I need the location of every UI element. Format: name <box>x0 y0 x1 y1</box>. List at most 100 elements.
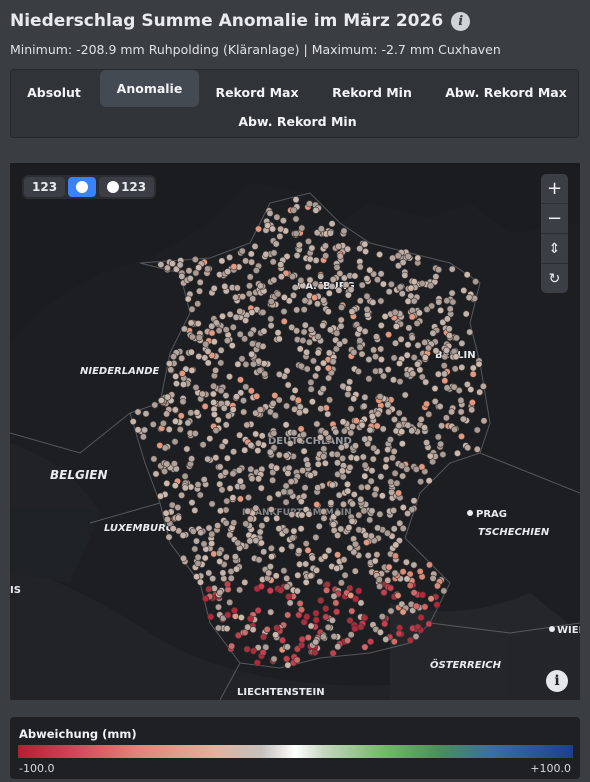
station-dot[interactable] <box>301 321 309 329</box>
station-dot[interactable] <box>247 441 255 449</box>
station-dot[interactable] <box>197 578 205 586</box>
station-dot[interactable] <box>250 360 258 368</box>
map-canvas[interactable]: HAMBURG BERLIN NIEDERLANDE BELGIEN LUXEM… <box>10 163 580 700</box>
station-dot[interactable] <box>194 481 202 489</box>
station-dot[interactable] <box>197 529 205 537</box>
station-dot[interactable] <box>432 347 440 355</box>
station-dot[interactable] <box>222 421 230 429</box>
station-dot[interactable] <box>170 353 178 361</box>
station-dot[interactable] <box>404 341 412 349</box>
station-dot[interactable] <box>256 406 264 414</box>
station-dot[interactable] <box>453 449 461 457</box>
station-dot[interactable] <box>431 385 439 393</box>
station-dot[interactable] <box>340 227 348 235</box>
station-dot[interactable] <box>332 599 340 607</box>
station-dot[interactable] <box>305 510 313 518</box>
station-dot[interactable] <box>317 405 325 413</box>
station-dot[interactable] <box>335 286 343 294</box>
station-dot[interactable] <box>469 364 477 372</box>
dots-and-values-button[interactable]: 123 <box>99 177 155 197</box>
station-dot[interactable] <box>338 467 346 475</box>
station-dot[interactable] <box>247 465 255 473</box>
station-dot[interactable] <box>223 497 231 505</box>
station-dot[interactable] <box>298 511 306 519</box>
station-dot[interactable] <box>469 370 477 378</box>
station-dot[interactable] <box>188 305 196 313</box>
station-dot[interactable] <box>409 370 417 378</box>
station-dot[interactable] <box>376 510 384 518</box>
station-dot[interactable] <box>351 272 359 280</box>
station-dot[interactable] <box>321 552 329 560</box>
station-dot[interactable] <box>473 445 481 453</box>
station-dot[interactable] <box>440 362 448 370</box>
station-dot[interactable] <box>196 287 204 295</box>
station-dot[interactable] <box>272 240 280 248</box>
station-dot[interactable] <box>421 603 429 611</box>
station-dot[interactable] <box>177 412 185 420</box>
station-dot[interactable] <box>460 287 468 295</box>
station-dot[interactable] <box>367 532 375 540</box>
station-dot[interactable] <box>163 479 171 487</box>
station-dot[interactable] <box>191 429 199 437</box>
station-dot[interactable] <box>348 607 356 615</box>
station-dot[interactable] <box>320 453 328 461</box>
station-dot[interactable] <box>159 419 167 427</box>
station-dot[interactable] <box>280 567 288 575</box>
station-dot[interactable] <box>222 326 230 334</box>
station-dot[interactable] <box>319 633 327 641</box>
station-dot[interactable] <box>237 376 245 384</box>
station-dot[interactable] <box>222 392 230 400</box>
station-dot[interactable] <box>273 514 281 522</box>
station-dot[interactable] <box>212 366 220 374</box>
station-dot[interactable] <box>359 453 367 461</box>
station-dot[interactable] <box>348 308 356 316</box>
station-dot[interactable] <box>323 580 331 588</box>
station-dot[interactable] <box>326 396 334 404</box>
station-dot[interactable] <box>296 560 304 568</box>
station-dot[interactable] <box>437 306 445 314</box>
station-dot[interactable] <box>339 500 347 508</box>
station-dot[interactable] <box>247 330 255 338</box>
station-dot[interactable] <box>274 490 282 498</box>
station-dot[interactable] <box>193 409 201 417</box>
station-dot[interactable] <box>176 425 184 433</box>
station-dot[interactable] <box>337 443 345 451</box>
station-dot[interactable] <box>415 309 423 317</box>
station-dot[interactable] <box>195 334 203 342</box>
station-dot[interactable] <box>288 273 296 281</box>
station-dot[interactable] <box>312 638 320 646</box>
station-dot[interactable] <box>334 509 342 517</box>
station-dot[interactable] <box>365 375 373 383</box>
station-dot[interactable] <box>369 455 377 463</box>
station-dot[interactable] <box>388 454 396 462</box>
station-dot[interactable] <box>324 410 332 418</box>
station-dot[interactable] <box>277 273 285 281</box>
station-dot[interactable] <box>274 290 282 298</box>
station-dot[interactable] <box>410 278 418 286</box>
station-dot[interactable] <box>404 509 412 517</box>
station-dot[interactable] <box>233 393 241 401</box>
station-dot[interactable] <box>275 335 283 343</box>
station-dot[interactable] <box>200 476 208 484</box>
station-dot[interactable] <box>180 380 188 388</box>
station-dot[interactable] <box>391 552 399 560</box>
station-dot[interactable] <box>390 447 398 455</box>
station-dot[interactable] <box>293 306 301 314</box>
station-dot[interactable] <box>214 522 222 530</box>
station-dot[interactable] <box>246 537 254 545</box>
station-dot[interactable] <box>287 478 295 486</box>
station-dot[interactable] <box>363 538 371 546</box>
station-dot[interactable] <box>306 471 314 479</box>
station-dot[interactable] <box>290 206 298 214</box>
station-dot[interactable] <box>228 642 236 650</box>
station-dot[interactable] <box>408 313 416 321</box>
station-dot[interactable] <box>302 578 310 586</box>
station-dot[interactable] <box>329 358 337 366</box>
station-dot[interactable] <box>403 575 411 583</box>
station-dot[interactable] <box>285 593 293 601</box>
station-dot[interactable] <box>312 533 320 541</box>
station-dot[interactable] <box>290 527 298 535</box>
station-dot[interactable] <box>343 637 351 645</box>
reset-view-button[interactable]: ↻ <box>541 264 568 293</box>
station-dot[interactable] <box>351 442 359 450</box>
